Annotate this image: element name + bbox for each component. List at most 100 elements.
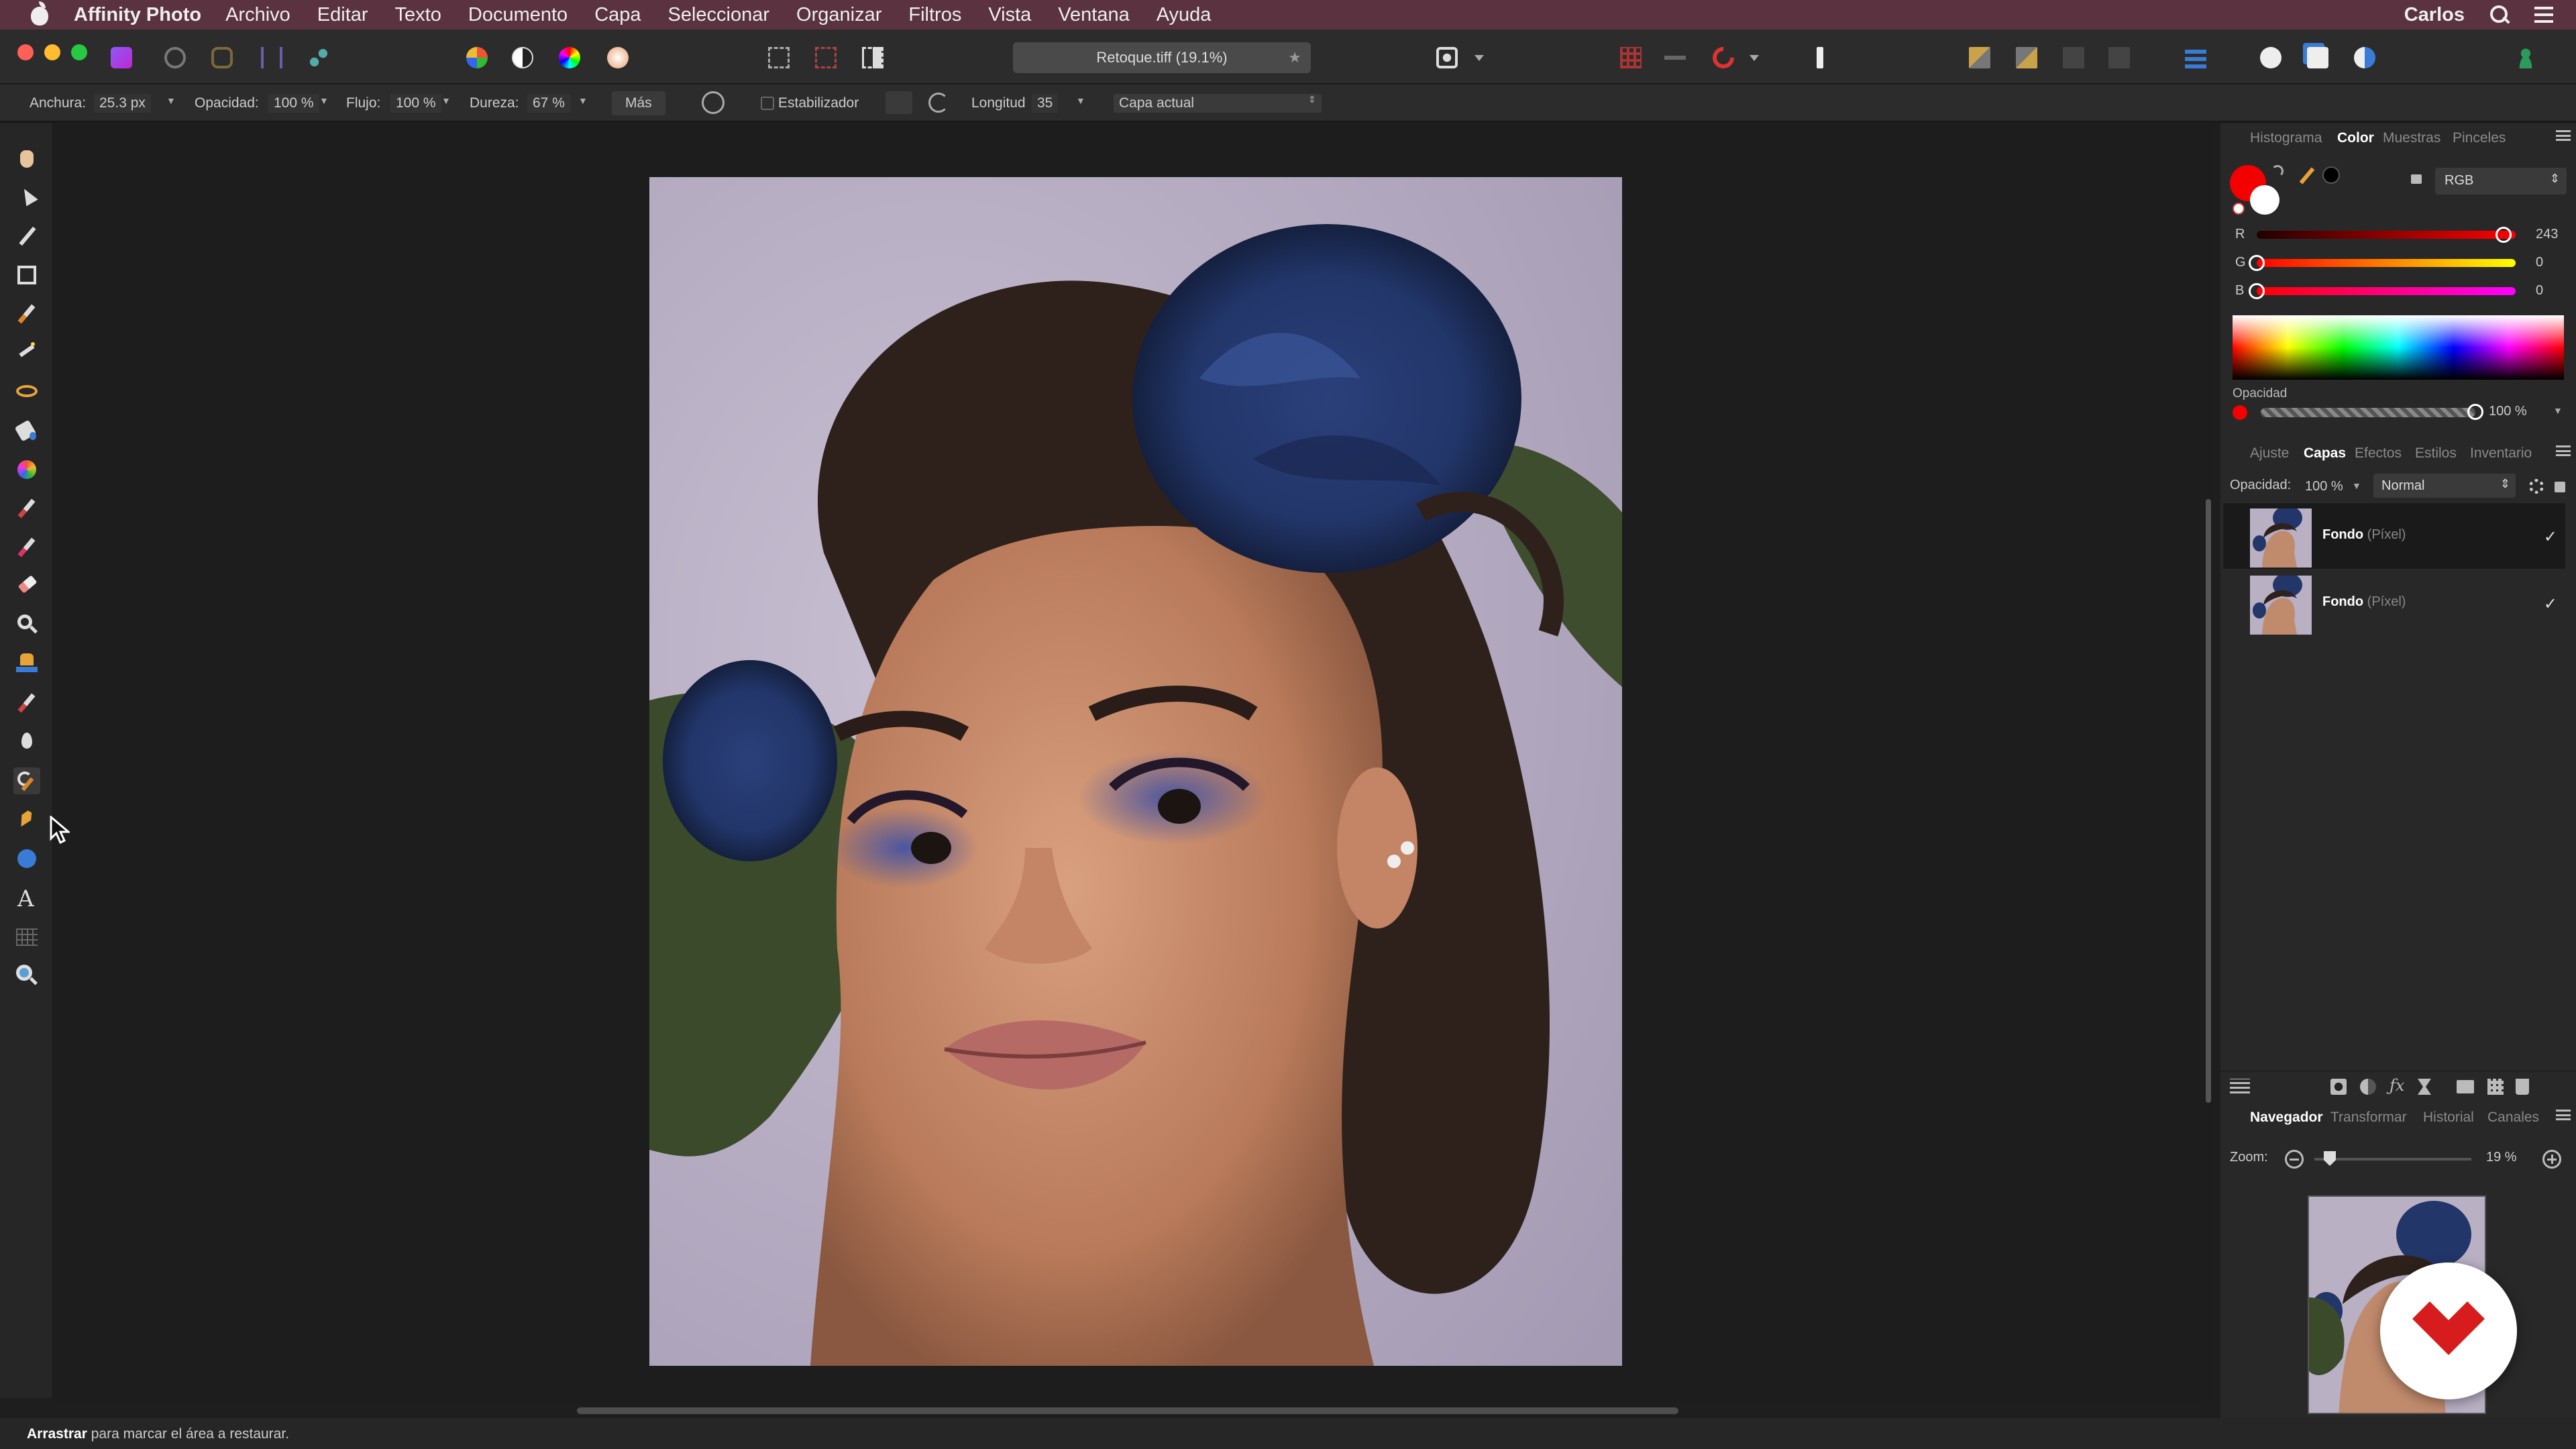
snapping-grid-icon[interactable] bbox=[1614, 42, 1648, 74]
g-slider-knob[interactable] bbox=[2249, 255, 2265, 271]
b-slider-knob[interactable] bbox=[2249, 283, 2265, 299]
invert-selection-icon[interactable] bbox=[856, 42, 890, 74]
flow-field[interactable]: 100 % bbox=[390, 94, 441, 113]
layer-visibility-checkbox[interactable]: ✓ bbox=[2544, 527, 2557, 547]
pixel-brush-tool-icon[interactable] bbox=[13, 534, 40, 561]
selection-brush-tool-icon[interactable] bbox=[13, 301, 40, 327]
close-window-button[interactable] bbox=[17, 44, 34, 60]
notification-center-icon[interactable] bbox=[2532, 3, 2556, 27]
color-opacity-slider[interactable] bbox=[2261, 404, 2483, 420]
mask-layer-icon[interactable] bbox=[2330, 1079, 2347, 1095]
horizontal-scrollbar[interactable] bbox=[577, 1407, 1678, 1414]
rope-mode-icon[interactable] bbox=[885, 91, 912, 114]
auto-levels-icon[interactable] bbox=[460, 42, 494, 74]
arrange-front-icon[interactable] bbox=[1963, 42, 1996, 74]
hardness-dropdown-icon[interactable]: ▼ bbox=[578, 95, 588, 106]
layer-opacity-field[interactable]: 100 % bbox=[2305, 479, 2343, 494]
tab-capas[interactable]: Capas bbox=[2304, 445, 2346, 462]
menu-documento[interactable]: Documento bbox=[468, 4, 568, 26]
tab-transformar[interactable]: Transformar bbox=[2330, 1110, 2407, 1126]
studio-windows-icon[interactable] bbox=[2301, 42, 2334, 74]
layer-stack-icon[interactable] bbox=[2230, 1079, 2250, 1093]
menu-filtros[interactable]: Filtros bbox=[908, 4, 961, 26]
tab-histograma[interactable]: Histograma bbox=[2250, 130, 2322, 146]
b-slider-track[interactable] bbox=[2249, 283, 2516, 299]
menu-seleccionar[interactable]: Seleccionar bbox=[668, 4, 770, 26]
shape-tool-icon[interactable] bbox=[13, 845, 40, 872]
layer-row[interactable]: Fondo (Píxel) ✓ bbox=[2223, 570, 2565, 636]
quick-mask-dropdown-icon[interactable] bbox=[1469, 42, 1489, 74]
length-dropdown-icon[interactable]: ▼ bbox=[1076, 95, 1085, 106]
no-color-icon[interactable] bbox=[2233, 203, 2245, 215]
tab-estilos[interactable]: Estilos bbox=[2415, 445, 2457, 462]
healing-brush-tool-icon[interactable] bbox=[13, 690, 40, 716]
document-photo[interactable] bbox=[649, 177, 1622, 1366]
delete-layer-icon[interactable] bbox=[2516, 1079, 2529, 1095]
source-select[interactable]: Capa actual bbox=[1114, 94, 1322, 113]
zoom-value-field[interactable]: 19 % bbox=[2486, 1150, 2517, 1165]
tab-ajuste[interactable]: Ajuste bbox=[2250, 445, 2289, 462]
layer-row-selected[interactable]: Fondo (Píxel) ✓ bbox=[2223, 503, 2565, 569]
apple-icon[interactable] bbox=[27, 1, 56, 27]
document-tab[interactable]: Retoque.tiff (19.1%) ★ bbox=[1013, 42, 1311, 73]
color-opacity-field[interactable]: 100 % bbox=[2489, 404, 2527, 419]
tab-muestras[interactable]: Muestras bbox=[2383, 130, 2440, 146]
auto-contrast-icon[interactable] bbox=[506, 42, 539, 74]
r-value-field[interactable]: 243 bbox=[2536, 227, 2558, 242]
tab-navegador[interactable]: Navegador bbox=[2250, 1110, 2323, 1126]
color-spectrum[interactable] bbox=[2233, 315, 2564, 380]
minimize-window-button[interactable] bbox=[44, 44, 60, 60]
zoom-in-icon[interactable] bbox=[2542, 1150, 2561, 1169]
arrange-backward-icon[interactable] bbox=[2057, 42, 2090, 74]
snapping-magnet-icon[interactable] bbox=[1707, 42, 1740, 74]
menu-ayuda[interactable]: Ayuda bbox=[1157, 4, 1212, 26]
width-dropdown-icon[interactable]: ▼ bbox=[166, 95, 176, 106]
snapping-dropdown-icon[interactable] bbox=[1744, 42, 1764, 74]
add-group-icon[interactable] bbox=[2457, 1080, 2474, 1093]
menu-editar[interactable]: Editar bbox=[317, 4, 368, 26]
tab-efectos[interactable]: Efectos bbox=[2355, 445, 2402, 462]
move-tool-icon[interactable] bbox=[13, 184, 40, 211]
menu-ventana[interactable]: Ventana bbox=[1058, 4, 1129, 26]
tab-color[interactable]: Color bbox=[2337, 130, 2374, 146]
arrange-back-icon[interactable] bbox=[2102, 42, 2136, 74]
text-tool-icon[interactable]: A bbox=[13, 884, 40, 912]
navigator-panel-menu-icon[interactable] bbox=[2556, 1110, 2571, 1120]
tab-inventario[interactable]: Inventario bbox=[2470, 445, 2532, 462]
blur-brush-tool-icon[interactable] bbox=[13, 729, 40, 755]
arrange-forward-icon[interactable] bbox=[2010, 42, 2043, 74]
menu-capa[interactable]: Capa bbox=[594, 4, 641, 26]
g-slider-track[interactable] bbox=[2249, 255, 2516, 271]
tab-historial[interactable]: Historial bbox=[2423, 1110, 2474, 1126]
studio-circle-icon[interactable] bbox=[2348, 42, 2381, 74]
swap-colors-icon[interactable] bbox=[2271, 165, 2284, 177]
more-button[interactable]: Más bbox=[612, 91, 665, 115]
layer-visibility-checkbox[interactable]: ✓ bbox=[2544, 594, 2557, 614]
menu-vista[interactable]: Vista bbox=[988, 4, 1031, 26]
gradient-tool-icon[interactable] bbox=[13, 456, 40, 483]
photo-persona-button[interactable] bbox=[105, 42, 138, 74]
live-filter-icon[interactable] bbox=[2418, 1079, 2431, 1095]
snapping-align-icon[interactable] bbox=[1658, 42, 1692, 74]
vertical-scrollbar[interactable] bbox=[2203, 123, 2214, 1403]
color-panel-menu-icon[interactable] bbox=[2556, 130, 2571, 141]
select-all-icon[interactable] bbox=[762, 42, 796, 74]
liquify-persona-button[interactable] bbox=[158, 42, 192, 74]
menu-organizar[interactable]: Organizar bbox=[796, 4, 881, 26]
crop-tool-icon[interactable] bbox=[13, 262, 40, 288]
add-pixel-layer-icon[interactable] bbox=[2487, 1079, 2504, 1095]
zoom-window-button[interactable] bbox=[71, 44, 87, 60]
tab-canales[interactable]: Canales bbox=[2487, 1110, 2539, 1126]
color-picker-tool-icon[interactable] bbox=[13, 223, 40, 250]
r-slider-knob[interactable] bbox=[2495, 227, 2512, 243]
picked-color-swatch[interactable] bbox=[2322, 166, 2340, 184]
menu-texto[interactable]: Texto bbox=[395, 4, 441, 26]
lock-icon[interactable] bbox=[2411, 174, 2422, 184]
zoom-slider[interactable] bbox=[2314, 1151, 2471, 1166]
menu-archivo[interactable]: Archivo bbox=[225, 4, 290, 26]
pressure-icon[interactable] bbox=[702, 91, 724, 114]
mesh-warp-tool-icon[interactable] bbox=[13, 923, 40, 950]
r-slider-track[interactable] bbox=[2257, 227, 2516, 243]
window-mode-icon[interactable] bbox=[928, 93, 949, 113]
length-field[interactable]: 35 bbox=[1032, 94, 1059, 113]
